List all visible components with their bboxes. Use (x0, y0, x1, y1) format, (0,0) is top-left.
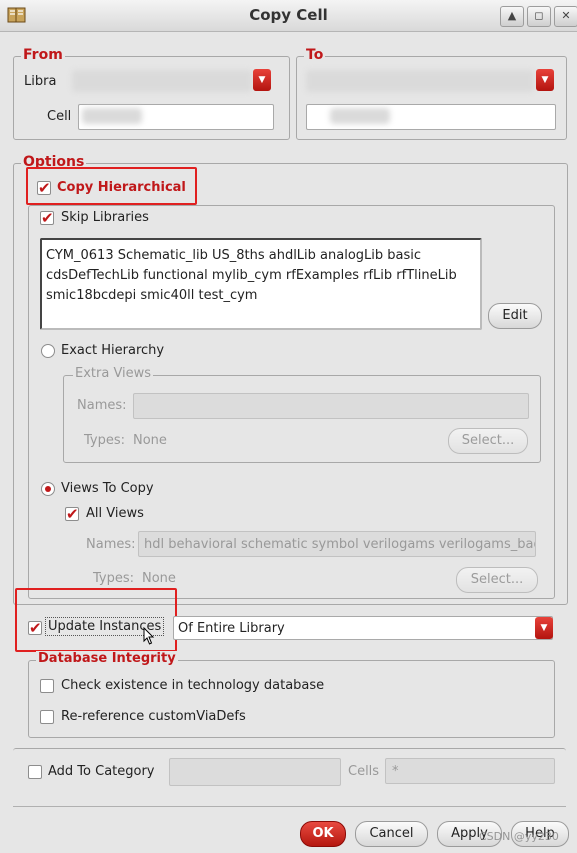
exact-hierarchy-radio[interactable] (41, 344, 55, 358)
check-existence-checkbox[interactable] (40, 679, 54, 693)
all-views-label: All Views (86, 506, 144, 521)
checkmark-icon: ✔ (41, 209, 54, 227)
checkmark-icon: ✔ (66, 505, 79, 523)
views-names-label: Names: (86, 537, 136, 552)
ok-button[interactable]: OK (300, 821, 346, 847)
to-cell-value-blurred (330, 108, 390, 124)
views-to-copy-radio[interactable] (41, 482, 55, 496)
add-to-category-checkbox[interactable] (28, 765, 42, 779)
cells-label: Cells (348, 764, 380, 779)
window-up-button[interactable]: ▲ (500, 6, 524, 27)
chevron-down-icon: ▼ (540, 623, 548, 633)
extra-names-label: Names: (77, 398, 127, 413)
radio-selected-dot (45, 486, 51, 492)
cell-value-blurred (82, 108, 142, 124)
cell-label: Cell (47, 109, 72, 124)
views-select-button[interactable]: Select... (456, 567, 538, 593)
mouse-cursor-icon (143, 626, 155, 645)
library-combo[interactable] (72, 70, 252, 92)
to-library-combo-arrow[interactable]: ▼ (536, 69, 554, 91)
library-label: Libra (24, 74, 57, 89)
rereference-label: Re-reference customViaDefs (61, 709, 246, 724)
check-existence-label: Check existence in technology database (61, 678, 325, 693)
extra-types-value: None (133, 433, 167, 448)
database-integrity-title: Database Integrity (36, 651, 178, 666)
skip-libraries-text: CYM_0613 Schematic_lib US_8ths ahdlLib a… (46, 248, 457, 303)
add-to-category-label: Add To Category (48, 764, 155, 779)
database-integrity-group (28, 660, 555, 738)
views-names-field[interactable]: hdl behavioral schematic symbol veriloga… (138, 531, 536, 557)
skip-libraries-label: Skip Libraries (61, 210, 149, 225)
views-types-value: None (142, 571, 176, 586)
all-views-checkbox[interactable]: ✔ (65, 505, 79, 523)
extra-types-label: Types: (84, 433, 126, 448)
extra-select-button[interactable]: Select... (448, 428, 528, 454)
arrow-up-icon: ▲ (507, 9, 517, 22)
views-types-label: Types: (93, 571, 135, 586)
chevron-down-icon: ▼ (541, 75, 549, 85)
skip-libraries-checkbox[interactable]: ✔ (40, 209, 54, 227)
cancel-button[interactable]: Cancel (355, 821, 428, 847)
from-group-title: From (21, 47, 65, 63)
checkmark-icon: ✔ (38, 179, 51, 197)
exact-hierarchy-label: Exact Hierarchy (61, 343, 165, 358)
extra-views-title: Extra Views (73, 366, 154, 381)
update-instances-scope-combo[interactable]: Of Entire Library (173, 616, 553, 640)
copy-hierarchical-checkbox[interactable]: ✔ (37, 179, 51, 197)
scope-combo-arrow[interactable]: ▼ (535, 617, 553, 639)
update-instances-checkbox[interactable]: ✔ (28, 619, 42, 637)
chevron-down-icon: ▼ (258, 75, 266, 85)
copy-hierarchical-label: Copy Hierarchical (57, 180, 186, 195)
window-close-button[interactable]: ✕ (554, 6, 577, 27)
library-combo-arrow[interactable]: ▼ (253, 69, 271, 91)
edit-button[interactable]: Edit (488, 303, 542, 329)
window-title: Copy Cell (249, 6, 328, 24)
close-icon: ✕ (561, 9, 571, 22)
checkmark-icon: ✔ (29, 619, 42, 637)
cells-field[interactable]: * (385, 758, 555, 784)
to-library-combo[interactable] (306, 70, 534, 92)
to-group-title: To (304, 47, 326, 63)
views-to-copy-label: Views To Copy (61, 481, 154, 496)
bottom-separator (13, 806, 566, 807)
extra-names-field[interactable] (133, 393, 529, 419)
window-restore-button[interactable]: ◻ (527, 6, 551, 27)
rereference-checkbox[interactable] (40, 710, 54, 724)
category-field[interactable] (169, 758, 341, 786)
restore-icon: ◻ (534, 9, 544, 22)
watermark: CSDN @yy230 (479, 830, 559, 843)
